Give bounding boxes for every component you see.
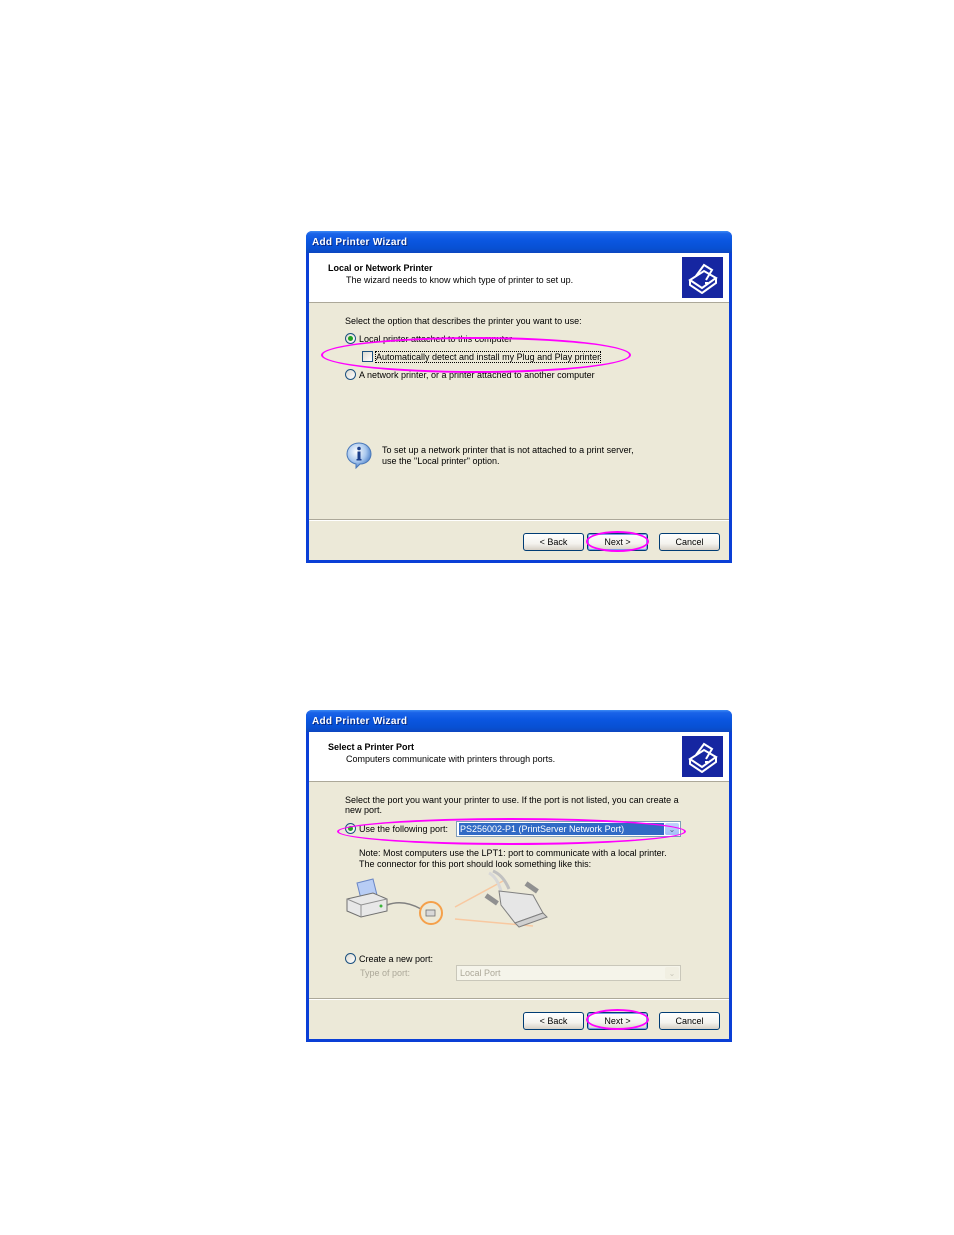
chevron-down-icon[interactable]: ⌄ xyxy=(665,823,679,835)
type-of-port-label: Type of port: xyxy=(360,968,411,978)
window-title: Add Printer Wizard xyxy=(312,715,408,727)
info-text-line-1: To set up a network printer that is not … xyxy=(382,445,634,455)
title-bar[interactable]: Add Printer Wizard xyxy=(306,231,732,253)
wizard-header: Local or Network Printer The wizard need… xyxy=(309,253,729,303)
next-button[interactable]: Next > xyxy=(587,1012,648,1030)
use-following-port-label[interactable]: Use the following port: xyxy=(359,824,448,834)
prompt-text-line-1: Select the port you want your printer to… xyxy=(345,795,679,805)
dialog-client-area: Local or Network Printer The wizard need… xyxy=(309,253,729,560)
note-text-line-1: Note: Most computers use the LPT1: port … xyxy=(359,848,667,858)
cancel-button[interactable]: Cancel xyxy=(659,533,720,551)
page-title: Select a Printer Port xyxy=(328,742,415,752)
footer-divider xyxy=(309,998,729,1000)
network-printer-radio[interactable] xyxy=(345,369,356,380)
db25-connector-icon xyxy=(484,869,548,928)
chevron-down-icon: ⌄ xyxy=(665,967,679,979)
auto-detect-checkbox[interactable] xyxy=(362,351,373,362)
info-text-line-2: use the "Local printer" option. xyxy=(382,456,500,466)
page-title: Local or Network Printer xyxy=(328,263,433,273)
local-printer-label[interactable]: Local printer attached to this computer xyxy=(359,334,512,344)
note-text-line-2: The connector for this port should look … xyxy=(359,859,592,869)
printer-wizard-icon xyxy=(682,736,723,777)
info-icon xyxy=(345,441,373,471)
window-title: Add Printer Wizard xyxy=(312,236,408,248)
printer-icon xyxy=(346,878,388,918)
add-printer-wizard-dialog-2: Add Printer Wizard Select a Printer Port… xyxy=(306,710,732,1042)
page-subtitle: The wizard needs to know which type of p… xyxy=(346,275,574,285)
next-button[interactable]: Next > xyxy=(587,533,648,551)
local-printer-radio[interactable] xyxy=(345,333,356,344)
network-printer-label[interactable]: A network printer, or a printer attached… xyxy=(359,370,595,380)
auto-detect-label[interactable]: Automatically detect and install my Plug… xyxy=(374,351,602,363)
prompt-text: Select the option that describes the pri… xyxy=(345,316,582,326)
port-select[interactable]: PS256002-P1 (PrintServer Network Port) ⌄ xyxy=(456,821,681,837)
port-type-value: Local Port xyxy=(460,968,501,978)
printer-wizard-icon xyxy=(682,257,723,298)
dialog-client-area: Select a Printer Port Computers communic… xyxy=(309,732,729,1039)
cancel-button[interactable]: Cancel xyxy=(659,1012,720,1030)
add-printer-wizard-dialog-1: Add Printer Wizard Local or Network Prin… xyxy=(306,231,732,563)
title-bar[interactable]: Add Printer Wizard xyxy=(306,710,732,732)
wizard-header: Select a Printer Port Computers communic… xyxy=(309,732,729,782)
back-button[interactable]: < Back xyxy=(523,533,584,551)
prompt-text-line-2: new port. xyxy=(345,805,383,815)
use-following-port-radio[interactable] xyxy=(345,823,356,834)
port-type-select: Local Port ⌄ xyxy=(456,965,681,981)
create-new-port-label[interactable]: Create a new port: xyxy=(359,954,433,964)
port-select-value: PS256002-P1 (PrintServer Network Port) xyxy=(459,823,664,835)
lpt-connector-illustration xyxy=(343,869,583,935)
back-button[interactable]: < Back xyxy=(523,1012,584,1030)
page-subtitle: Computers communicate with printers thro… xyxy=(346,754,556,764)
create-new-port-radio[interactable] xyxy=(345,953,356,964)
footer-divider xyxy=(309,519,729,521)
